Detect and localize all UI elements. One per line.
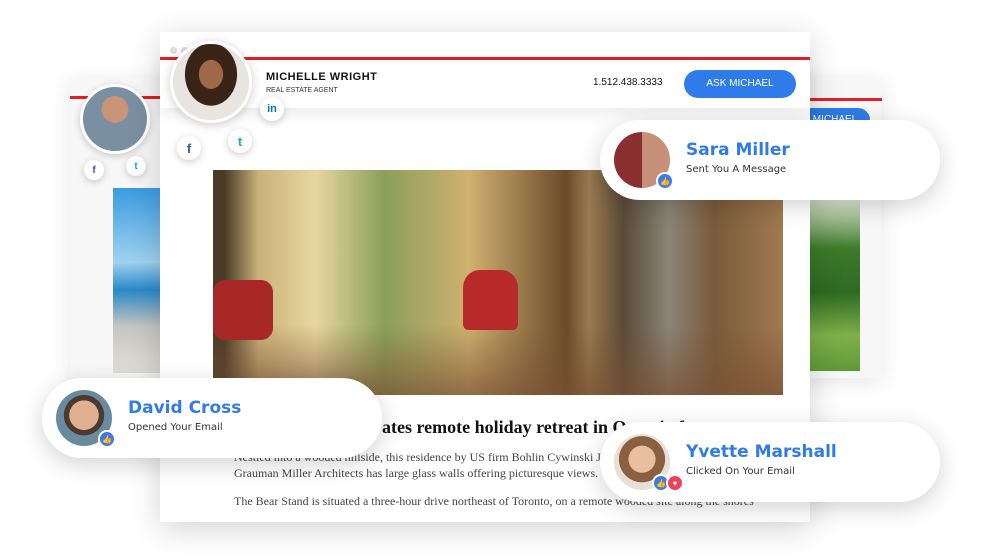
twitter-icon[interactable]: t (126, 156, 146, 176)
facebook-icon[interactable]: f (84, 160, 104, 180)
agent-avatar (170, 41, 252, 123)
notification-status: Clicked On Your Email (686, 466, 795, 477)
agent-title: REAL ESTATE AGENT (266, 87, 338, 94)
hero-image (213, 170, 783, 395)
like-icon: 👍 (656, 172, 674, 190)
ask-michael-button[interactable]: ASK MICHAEL (684, 70, 796, 98)
notification-sara-miller[interactable]: 👍 Sara Miller Sent You A Message (600, 120, 940, 200)
linkedin-icon[interactable]: in (260, 97, 284, 121)
notification-status: Sent You A Message (686, 164, 787, 175)
phone-number: 1.512.438.3333 (593, 77, 663, 88)
notification-name: Sara Miller (686, 140, 790, 160)
notification-name: David Cross (128, 398, 242, 418)
notification-status: Opened Your Email (128, 422, 223, 433)
article-paragraph: Grauman Miller Architects has large glas… (234, 466, 599, 480)
agent-name: MICHELLE WRIGHT (266, 71, 378, 83)
like-icon: 👍 (98, 430, 116, 448)
facebook-icon[interactable]: f (177, 136, 201, 160)
notification-david-cross[interactable]: 👍 David Cross Opened Your Email (42, 378, 382, 458)
twitter-icon[interactable]: t (228, 129, 252, 153)
notification-yvette-marshall[interactable]: 👍 ♥ Yvette Marshall Clicked On Your Emai… (600, 422, 940, 502)
heart-icon: ♥ (666, 474, 684, 492)
agent-avatar (80, 84, 150, 154)
notification-name: Yvette Marshall (686, 442, 837, 462)
